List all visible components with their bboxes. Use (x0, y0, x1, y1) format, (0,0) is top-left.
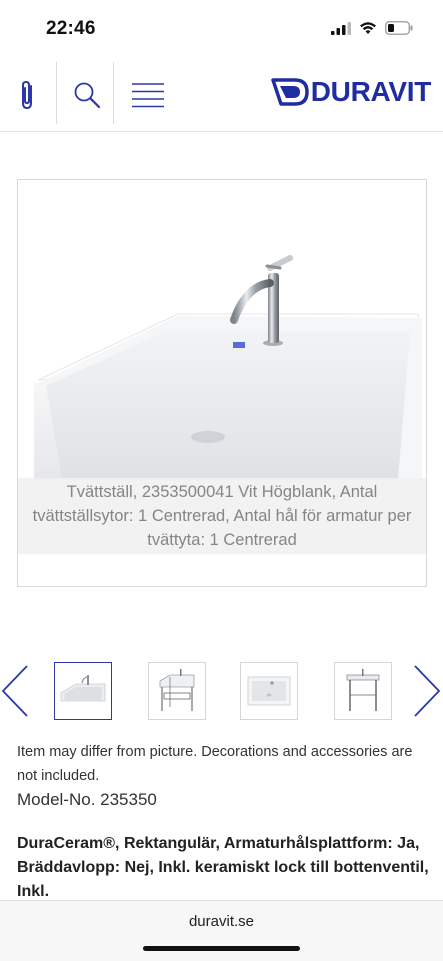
browser-bottom-bar: duravit.se (0, 900, 443, 961)
product-image-frame[interactable]: Tvättställ, 2353500041 Vit Högblank, Ant… (17, 179, 427, 587)
washbasin-front-thumbnail[interactable] (54, 662, 112, 720)
search-button[interactable] (62, 58, 112, 131)
washbasin-top-view-thumbnail[interactable] (240, 662, 298, 720)
chevron-right-icon (414, 665, 441, 717)
carousel-prev-button[interactable] (0, 664, 30, 718)
washbasin-top-view-thumbnail-icon (247, 676, 291, 706)
menu-button[interactable] (128, 58, 168, 131)
menu-icon (132, 82, 164, 107)
header-divider (56, 62, 57, 124)
picture-disclaimer: Item may differ from picture. Decoration… (17, 744, 413, 784)
thumbnail-carousel (0, 660, 443, 722)
wifi-icon (360, 22, 376, 34)
chevron-left-icon (1, 665, 28, 717)
duravit-logo-mark-icon (270, 78, 309, 106)
paperclip-icon (22, 80, 32, 109)
search-icon (74, 82, 101, 108)
carousel-next-button[interactable] (412, 664, 442, 718)
product-description: DuraCeram®, Rektangulär, Armaturhålsplat… (17, 835, 429, 900)
washbasin-front-thumbnail-icon (60, 675, 106, 702)
paperclip-button[interactable] (12, 58, 44, 131)
home-indicator[interactable] (143, 946, 300, 951)
image-caption: Tvättställ, 2353500041 Vit Högblank, Ant… (18, 478, 426, 554)
model-number: Model-No. 235350 (17, 790, 157, 809)
washbasin-with-frame-thumbnail[interactable] (148, 662, 206, 720)
washbasin-with-frame-thumbnail-icon (159, 669, 195, 711)
status-time: 22:46 (46, 18, 96, 39)
signal-icon (331, 21, 351, 35)
browser-url[interactable]: duravit.se (0, 913, 443, 930)
logo-text: DURAVIT (310, 76, 432, 107)
status-icons (331, 21, 413, 35)
console-frame-thumbnail[interactable] (334, 662, 392, 720)
battery-icon (385, 21, 413, 35)
console-frame-thumbnail-icon (346, 669, 380, 711)
duravit-logo[interactable]: DURAVIT (270, 76, 432, 108)
status-bar: 22:46 (0, 0, 443, 58)
header-divider (113, 62, 114, 124)
site-header: DURAVIT (0, 58, 443, 132)
